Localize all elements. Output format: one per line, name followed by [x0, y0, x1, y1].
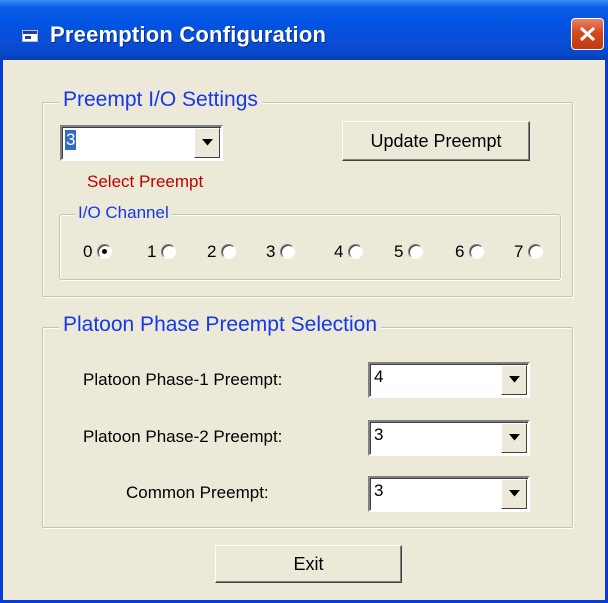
- title-bar[interactable]: Preemption Configuration: [0, 0, 608, 60]
- app-window-icon: [22, 30, 38, 42]
- io-channel-radio-1[interactable]: [161, 244, 176, 259]
- io-channel-option-label: 2: [207, 242, 217, 261]
- io-channel-option-label: 5: [394, 242, 404, 261]
- platoon-group-label: Platoon Phase Preempt Selection: [59, 313, 382, 337]
- io-channel-radio-5[interactable]: [408, 244, 423, 259]
- platoon-phase2-dropdown[interactable]: 3: [368, 420, 530, 456]
- close-button[interactable]: [571, 18, 604, 50]
- update-preempt-button[interactable]: Update Preempt: [342, 121, 530, 161]
- platoon-phase2-drop-button[interactable]: [501, 423, 527, 453]
- io-channel-radio-6[interactable]: [469, 244, 484, 259]
- chevron-down-icon: [509, 490, 520, 497]
- close-icon: [579, 26, 596, 42]
- select-preempt-caption: Select Preempt: [87, 172, 204, 191]
- io-channel-option-label: 1: [147, 242, 157, 261]
- exit-button[interactable]: Exit: [215, 545, 402, 583]
- io-channel-option-label: 3: [266, 242, 276, 261]
- io-channel-option-label: 6: [455, 242, 465, 261]
- io-channel-radio-7[interactable]: [528, 244, 543, 259]
- dialog-window: Preemption Configuration Preempt I/O Set…: [0, 0, 608, 603]
- platoon-phase2-label: Platoon Phase-2 Preempt:: [83, 427, 283, 446]
- io-channel-radio-3[interactable]: [280, 244, 295, 259]
- io-channel-radio-4[interactable]: [348, 244, 363, 259]
- select-preempt-dropdown[interactable]: 3: [60, 125, 223, 161]
- io-settings-label: Preempt I/O Settings: [59, 88, 262, 112]
- common-preempt-label: Common Preempt:: [126, 483, 269, 502]
- common-preempt-drop-button[interactable]: [501, 479, 527, 509]
- platoon-phase1-value: 4: [374, 367, 384, 386]
- io-channel-option-label: 4: [334, 242, 344, 261]
- platoon-phase1-label: Platoon Phase-1 Preempt:: [83, 370, 283, 389]
- chevron-down-icon: [509, 376, 520, 383]
- common-preempt-value: 3: [374, 481, 384, 500]
- select-preempt-drop-button[interactable]: [194, 128, 220, 158]
- radio-selected-dot: [102, 249, 107, 254]
- window-title: Preemption Configuration: [50, 22, 327, 47]
- platoon-phase1-drop-button[interactable]: [501, 365, 527, 395]
- chevron-down-icon: [509, 434, 520, 441]
- platoon-phase1-dropdown[interactable]: 4: [368, 362, 530, 398]
- chevron-down-icon: [202, 139, 213, 146]
- io-channel-radio-2[interactable]: [221, 244, 236, 259]
- select-preempt-value: 3: [65, 130, 77, 150]
- platoon-phase2-value: 3: [374, 425, 384, 444]
- io-channel-group: [59, 214, 561, 280]
- common-preempt-dropdown[interactable]: 3: [368, 476, 530, 512]
- io-channel-label: I/O Channel: [75, 203, 172, 223]
- io-channel-radio-0[interactable]: [97, 244, 112, 259]
- io-channel-option-label: 0: [83, 242, 93, 261]
- io-channel-option-label: 7: [514, 242, 524, 261]
